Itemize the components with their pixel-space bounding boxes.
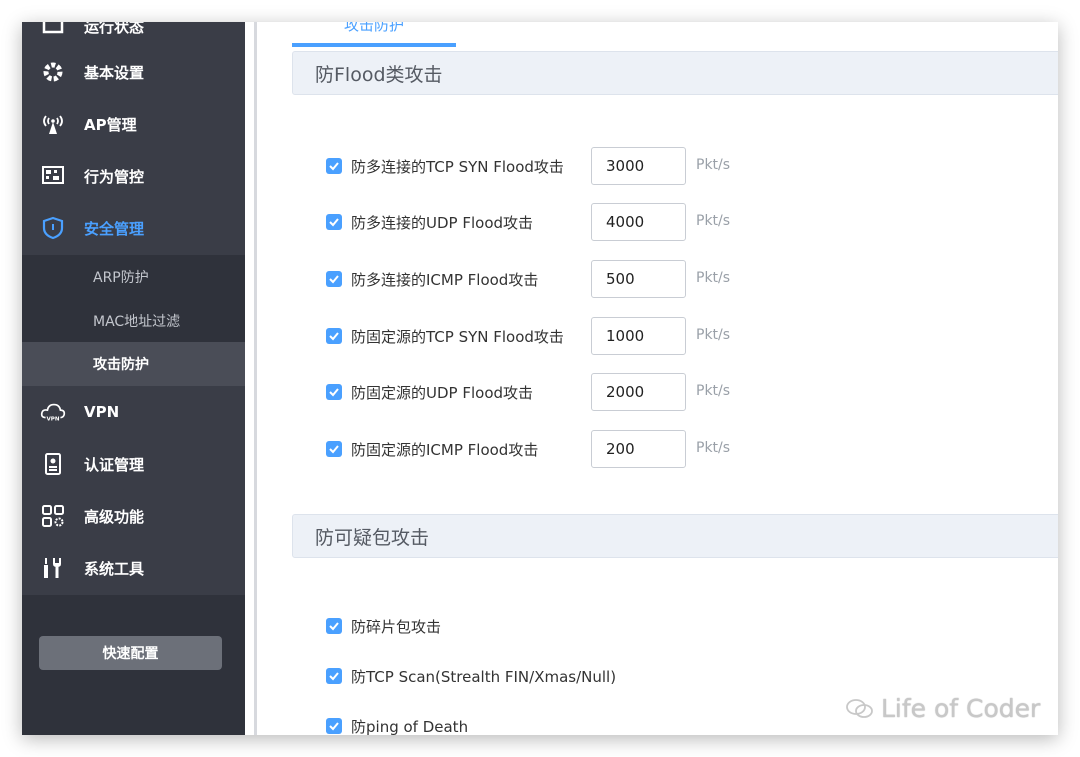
checkbox[interactable] [326,328,342,344]
auth-badge-icon [40,451,66,477]
security-submenu: ARP防护 MAC地址过滤 攻击防护 [22,255,245,386]
wechat-icon [846,698,873,718]
monitor-icon [40,22,66,39]
unit-label: Pkt/s [696,270,731,286]
sidebar-item-advanced-features[interactable]: 高级功能 [22,490,245,542]
advanced-grid-icon [40,503,66,529]
checkbox[interactable] [326,441,342,457]
flood-row-multi-tcp-syn: 防多连接的TCP SYN Flood攻击 Pkt/s [326,147,1026,185]
suspicious-row-ping-of-death: 防ping of Death [326,714,826,735]
row-label: 防固定源的ICMP Flood攻击 [351,441,539,459]
unit-label: Pkt/s [696,440,731,456]
sidebar-item-label: 高级功能 [84,507,145,526]
row-label: 防多连接的TCP SYN Flood攻击 [351,158,564,176]
sidebar-item-label: 行为管控 [84,167,145,186]
flood-row-fixed-icmp: 防固定源的ICMP Flood攻击 Pkt/s [326,430,1026,468]
row-label: 防固定源的TCP SYN Flood攻击 [351,328,564,346]
check-icon [329,722,339,731]
tab-active-indicator [292,43,456,47]
vpn-cloud-icon: VPN [40,399,66,425]
router-admin-window: 运行状态 基本设置 AP管理 行为管控 安全管理 ARP防护 MAC地址过滤 攻… [22,22,1058,735]
sidebar-item-label: 认证管理 [84,455,145,474]
sidebar-subitem-mac-filter[interactable]: MAC地址过滤 [22,299,245,343]
checkbox[interactable] [326,384,342,400]
check-icon [329,275,339,284]
sidebar-item-label: VPN [84,403,120,421]
unit-label: Pkt/s [696,327,731,343]
behavior-control-icon [40,163,66,189]
row-label: 防TCP Scan(Strealth FIN/Xmas/Null) [351,668,617,686]
antenna-icon [40,111,66,137]
flood-row-multi-icmp: 防多连接的ICMP Flood攻击 Pkt/s [326,260,1026,298]
threshold-input[interactable] [591,317,686,355]
sidebar-item-auth-management[interactable]: 认证管理 [22,438,245,490]
main-content: 攻击防护 防Flood类攻击 防多连接的TCP SYN Flood攻击 Pkt/… [260,22,1058,735]
watermark: Life of Coder [845,694,1040,723]
check-icon [329,622,339,631]
flood-section-header: 防Flood类攻击 [292,51,1058,95]
sidebar-item-label: 运行状态 [84,22,145,36]
sidebar-item-system-tools[interactable]: 系统工具 [22,542,245,594]
row-label: 防多连接的ICMP Flood攻击 [351,271,539,289]
check-icon [329,218,339,227]
check-icon [329,162,339,171]
row-label: 防ping of Death [351,718,469,735]
sidebar-item-label: 系统工具 [84,559,145,578]
check-icon [329,672,339,681]
unit-label: Pkt/s [696,157,731,173]
subitem-label: ARP防护 [93,270,149,286]
sidebar-item-security-management[interactable]: 安全管理 [22,202,245,254]
checkbox[interactable] [326,271,342,287]
watermark-text: Life of Coder [881,694,1041,723]
sidebar-item-behavior-control[interactable]: 行为管控 [22,150,245,202]
threshold-input[interactable] [591,373,686,411]
sidebar: 运行状态 基本设置 AP管理 行为管控 安全管理 ARP防护 MAC地址过滤 攻… [22,22,245,735]
sidebar-item-label: 安全管理 [84,219,145,238]
threshold-input[interactable] [591,203,686,241]
row-label: 防碎片包攻击 [351,618,442,636]
shield-icon [40,215,66,241]
unit-label: Pkt/s [696,213,731,229]
threshold-input[interactable] [591,147,686,185]
tools-icon [40,555,66,581]
sidebar-item-ap-management[interactable]: AP管理 [22,98,245,150]
suspicious-row-tcp-scan: 防TCP Scan(Strealth FIN/Xmas/Null) [326,664,826,688]
check-icon [329,445,339,454]
subitem-label: 攻击防护 [93,357,149,373]
subitem-label: MAC地址过滤 [93,314,181,330]
threshold-input[interactable] [591,260,686,298]
threshold-input[interactable] [591,430,686,468]
flood-row-fixed-tcp-syn: 防固定源的TCP SYN Flood攻击 Pkt/s [326,317,1026,355]
row-label: 防固定源的UDP Flood攻击 [351,384,534,402]
sidebar-divider [245,22,257,735]
sidebar-item-vpn[interactable]: VPN VPN [22,386,245,438]
svg-text:VPN: VPN [47,416,60,422]
sidebar-item-basic-settings[interactable]: 基本设置 [22,46,245,98]
sidebar-item-label: 基本设置 [84,63,145,82]
suspicious-section-header: 防可疑包攻击 [292,514,1058,558]
unit-label: Pkt/s [696,383,731,399]
sidebar-subitem-attack-protection[interactable]: 攻击防护 [22,342,245,386]
flood-row-multi-udp: 防多连接的UDP Flood攻击 Pkt/s [326,203,1026,241]
checkbox[interactable] [326,718,342,734]
checkbox[interactable] [326,158,342,174]
gear-icon [40,59,66,85]
row-label: 防多连接的UDP Flood攻击 [351,214,534,232]
check-icon [329,388,339,397]
suspicious-row-fragment: 防碎片包攻击 [326,614,826,638]
check-icon [329,332,339,341]
sidebar-item-label: AP管理 [84,115,137,134]
checkbox[interactable] [326,618,342,634]
quick-config-button[interactable]: 快速配置 [39,636,222,670]
checkbox[interactable] [326,214,342,230]
checkbox[interactable] [326,668,342,684]
sidebar-subitem-arp-protection[interactable]: ARP防护 [22,255,245,299]
flood-row-fixed-udp: 防固定源的UDP Flood攻击 Pkt/s [326,373,1026,411]
